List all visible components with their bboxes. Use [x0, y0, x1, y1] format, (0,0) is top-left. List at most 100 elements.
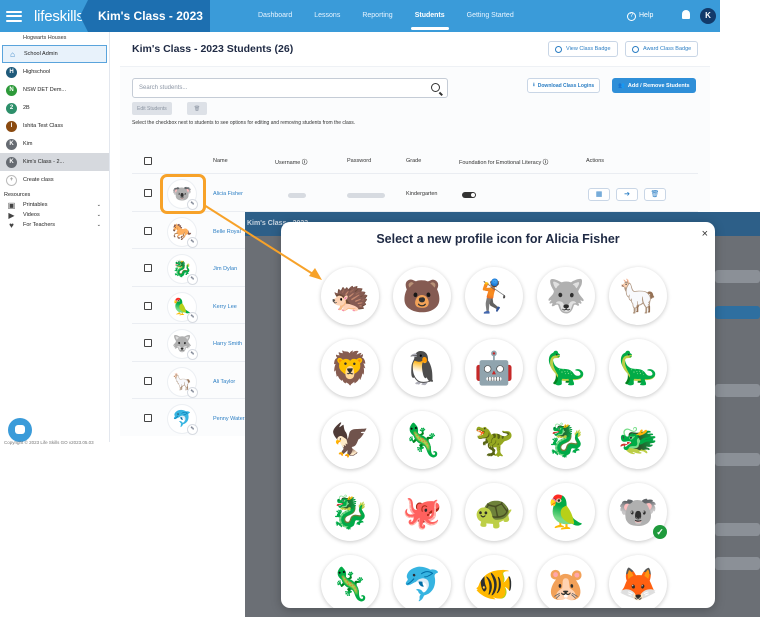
profile-icon-cockatoo[interactable]: 🦜	[537, 483, 595, 541]
profile-icon-fox[interactable]: 🦊	[609, 555, 667, 608]
search-input[interactable]: Search students...	[132, 78, 448, 98]
column-username[interactable]: Username ⓘ	[275, 158, 307, 166]
profile-icon-echidna[interactable]: 🦔	[321, 267, 379, 325]
sidebar-item-class[interactable]: I Ishita Test Class	[0, 117, 109, 135]
nav-reporting[interactable]: Reporting	[362, 0, 392, 32]
goldfish-icon: 🐠	[474, 566, 514, 602]
student-checkbox[interactable]	[144, 301, 152, 310]
student-avatar[interactable]: 🐉 ✎	[168, 255, 197, 284]
profile-icon-penguin[interactable]: 🐧	[393, 339, 451, 397]
sidebar-resource-videos[interactable]: ▶ Videos ⌄	[0, 210, 109, 220]
download-class-logins-button[interactable]: ⭳ Download Class Logins	[527, 78, 601, 93]
bell-icon[interactable]	[682, 10, 690, 19]
sidebar-item-class[interactable]: K Kim's Class - 2...	[0, 153, 109, 171]
sidebar-item-class[interactable]: H Highschool	[0, 63, 109, 81]
student-checkbox[interactable]	[144, 339, 152, 347]
student-checkbox[interactable]	[144, 376, 152, 385]
pencil-icon[interactable]: ✎	[188, 387, 197, 397]
student-checkbox[interactable]	[144, 189, 152, 197]
pencil-icon[interactable]: ✎	[188, 425, 197, 434]
profile-icon-purple-dragon[interactable]: 🐲	[609, 411, 667, 469]
fox-icon: 🦊	[618, 566, 658, 602]
create-class-button[interactable]: + Create class	[0, 171, 109, 189]
profile-icon-koala[interactable]: 🐨 ✓	[609, 483, 667, 541]
column-grade[interactable]: Grade	[406, 158, 421, 164]
profile-icon-stegosaurus[interactable]: 🦎	[393, 411, 451, 469]
nav-students[interactable]: Students	[410, 0, 449, 32]
edit-students-button[interactable]: Edit Students	[132, 102, 172, 115]
sidebar-item-class[interactable]: N NSW DET Dem...	[0, 81, 109, 99]
profile-icon-husky[interactable]: 🐺	[537, 267, 595, 325]
nav-getting-started[interactable]: Getting Started	[467, 0, 514, 32]
profile-icon-brachiosaurus[interactable]: 🦕	[609, 339, 667, 397]
nav-dashboard[interactable]: Dashboard	[258, 0, 292, 32]
sidebar-resource-for-teachers[interactable]: ♥ For Teachers ⌄	[0, 220, 109, 230]
student-checkbox[interactable]	[144, 264, 152, 272]
sidebar-item-class[interactable]: ⌂ School Admin	[2, 45, 107, 63]
profile-icon-triceratops[interactable]: 🦕	[537, 339, 595, 397]
sidebar-resource-printables[interactable]: ▣ Printables ⌄	[0, 200, 109, 210]
nav-lessons[interactable]: Lessons	[314, 0, 340, 32]
foundation-toggle[interactable]	[462, 192, 476, 198]
profile-icon-golfer[interactable]: 🏌	[465, 267, 523, 325]
select-all-checkbox[interactable]	[144, 157, 152, 165]
background-button	[715, 453, 760, 466]
student-avatar[interactable]: 🦙 ✎	[168, 367, 197, 397]
add-remove-students-button[interactable]: 👥 Add / Remove Students	[612, 78, 696, 93]
pencil-icon[interactable]: ✎	[188, 275, 197, 284]
profile-icon-ice-dragon[interactable]: 🐉	[537, 411, 595, 469]
column-password: Password	[347, 158, 372, 164]
pencil-icon[interactable]: ✎	[188, 312, 197, 322]
pencil-icon[interactable]: ✎	[188, 350, 197, 359]
student-checkbox[interactable]	[144, 414, 152, 422]
profile-icon-lion[interactable]: 🦁	[321, 339, 379, 397]
chat-support-button[interactable]	[8, 418, 32, 442]
view-class-badge-button[interactable]: View Class Badge	[548, 41, 618, 57]
profile-icon-t-rex[interactable]: 🦖	[465, 411, 523, 469]
column-foundation: Foundation for Emotional Literacy ⓘ	[459, 160, 549, 166]
profile-icon-bear[interactable]: 🐻	[393, 267, 451, 325]
sidebar-item-class[interactable]: K Kim	[0, 135, 109, 153]
user-avatar[interactable]: K	[700, 8, 716, 24]
help-button[interactable]: ? Help	[627, 0, 653, 32]
trash-icon[interactable]: 🗑	[187, 102, 207, 115]
student-avatar[interactable]: 🦜 ✎	[168, 292, 197, 322]
profile-icon-gecko[interactable]: 🦎	[321, 555, 379, 608]
student-avatar[interactable]: 🐎 ✎	[168, 217, 197, 247]
sidebar-item-class[interactable]: 2 2B	[0, 99, 109, 117]
profile-icon-orange-dragon[interactable]: 🐉	[321, 483, 379, 541]
trash-icon[interactable]: 🗑	[644, 188, 666, 201]
menu-icon[interactable]	[6, 10, 22, 22]
student-name-link[interactable]: Penny Waters	[213, 416, 247, 422]
t-rex-icon: 🦖	[474, 422, 514, 458]
student-name-link[interactable]: Kerry Lee	[213, 304, 237, 310]
profile-icon-robot[interactable]: 🤖	[465, 339, 523, 397]
profile-icon-hamster[interactable]: 🐹	[537, 555, 595, 608]
student-checkbox[interactable]	[144, 226, 152, 235]
sidebar-item-label: Highschool	[23, 69, 51, 75]
student-avatar[interactable]: 🐬 ✎	[168, 405, 197, 434]
student-name-link[interactable]: Belle Royal	[213, 229, 241, 235]
student-name-link[interactable]: Ali Taylor	[213, 379, 235, 385]
award-class-badge-button[interactable]: Award Class Badge	[625, 41, 699, 57]
profile-icon-dolphin[interactable]: 🐬	[393, 555, 451, 608]
profile-icon-goldfish[interactable]: 🐠	[465, 555, 523, 608]
student-name-link[interactable]: Harry Smith	[213, 341, 242, 347]
pencil-icon[interactable]: ✎	[188, 237, 197, 247]
student-avatar[interactable]: 🐺 ✎	[168, 330, 197, 359]
sidebar-item-label: Kim's Class - 2...	[23, 159, 65, 165]
login-icon[interactable]: ➔	[616, 188, 638, 201]
student-name-link[interactable]: Alicia Fisher	[213, 191, 243, 197]
heart-icon: ♥	[9, 220, 14, 230]
student-name-link[interactable]: Jim Dylan	[213, 266, 237, 272]
profile-icon-alpaca[interactable]: 🦙	[609, 267, 667, 325]
robot-icon: 🤖	[474, 350, 514, 386]
grid-icon[interactable]: ▦	[588, 188, 610, 201]
profile-icon-turtle[interactable]: 🐢	[465, 483, 523, 541]
users-icon: 👥	[618, 82, 625, 89]
close-icon[interactable]: ×	[702, 228, 708, 240]
profile-icon-octopus[interactable]: 🐙	[393, 483, 451, 541]
column-name[interactable]: Name	[213, 158, 228, 164]
profile-icon-pterodactyl[interactable]: 🦅	[321, 411, 379, 469]
background-button	[715, 384, 760, 397]
